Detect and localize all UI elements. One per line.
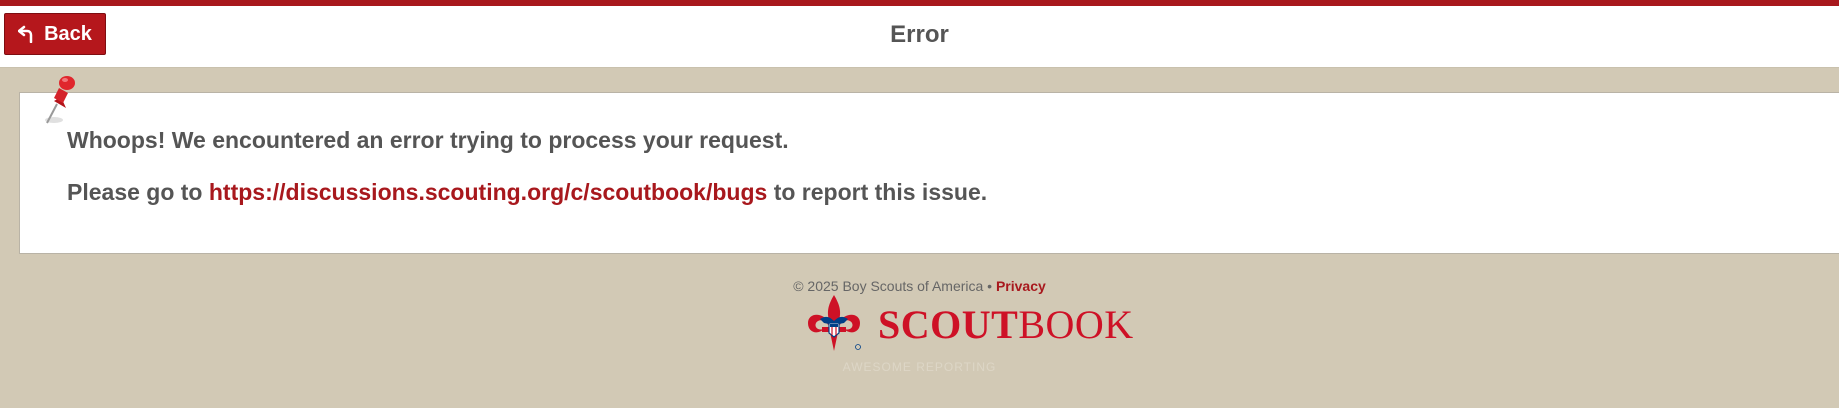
bsa-fleur-de-lis-logo [808, 295, 861, 351]
back-arrow-icon [18, 25, 33, 43]
error-card: Whoops! We encountered an error trying t… [19, 92, 1839, 254]
report-prefix: Please go to [67, 179, 209, 205]
footer-copyright: © 2025 Boy Scouts of America • Privacy [0, 278, 1839, 294]
page-title: Error [890, 20, 949, 48]
scoutbook-wordmark: SCOUTBOOK [878, 301, 1134, 348]
logo-bold-text: SCOUT [878, 301, 1019, 347]
pushpin-icon [45, 76, 75, 124]
back-button-label: Back [44, 22, 92, 45]
back-button[interactable]: Back [4, 13, 106, 55]
bug-report-link[interactable]: https://discussions.scouting.org/c/scout… [209, 179, 767, 205]
privacy-link[interactable]: Privacy [996, 278, 1046, 294]
copyright-text: © 2025 Boy Scouts of America • [793, 278, 996, 294]
report-instructions: Please go to https://discussions.scoutin… [67, 179, 987, 206]
error-message: Whoops! We encountered an error trying t… [67, 127, 789, 153]
scoutbook-logo: SCOUTBOOK [804, 293, 1134, 355]
footer-tagline: AWESOME REPORTING [842, 360, 997, 374]
logo-light-text: BOOK [1018, 301, 1134, 347]
report-suffix: to report this issue. [767, 179, 988, 205]
header-bar: Error Back [0, 6, 1839, 68]
